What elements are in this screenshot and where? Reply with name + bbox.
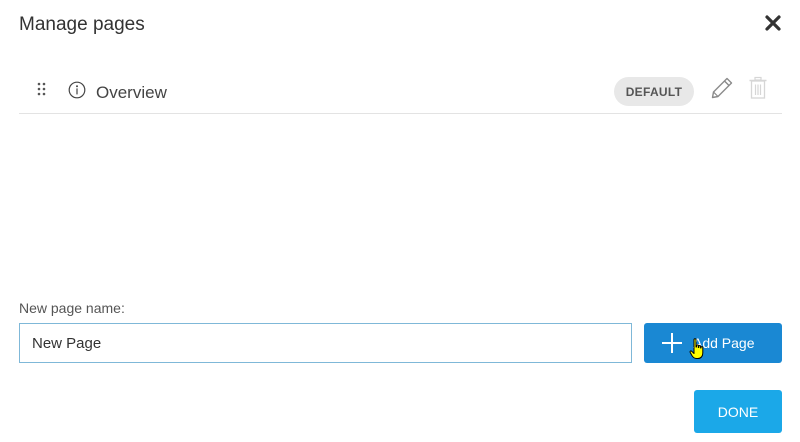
new-page-name-input[interactable]: [19, 323, 632, 363]
add-page-button[interactable]: Add Page: [644, 323, 782, 363]
add-page-label: Add Page: [693, 335, 755, 351]
close-icon: [765, 15, 781, 31]
plus-icon: [662, 333, 682, 353]
page-name: Overview: [96, 83, 167, 102]
manage-pages-dialog: Manage pages Overview DEFAULT New page n…: [0, 0, 800, 442]
default-badge: DEFAULT: [614, 77, 694, 106]
drag-handle-icon[interactable]: [37, 82, 47, 96]
new-page-name-label: New page name:: [19, 300, 125, 316]
close-button[interactable]: [764, 14, 782, 32]
done-button[interactable]: DONE: [694, 390, 782, 433]
info-icon[interactable]: [68, 81, 86, 99]
pencil-icon[interactable]: [710, 76, 734, 100]
dialog-title: Manage pages: [19, 14, 145, 35]
page-row[interactable]: Overview DEFAULT: [19, 70, 782, 114]
trash-icon: [748, 76, 768, 100]
